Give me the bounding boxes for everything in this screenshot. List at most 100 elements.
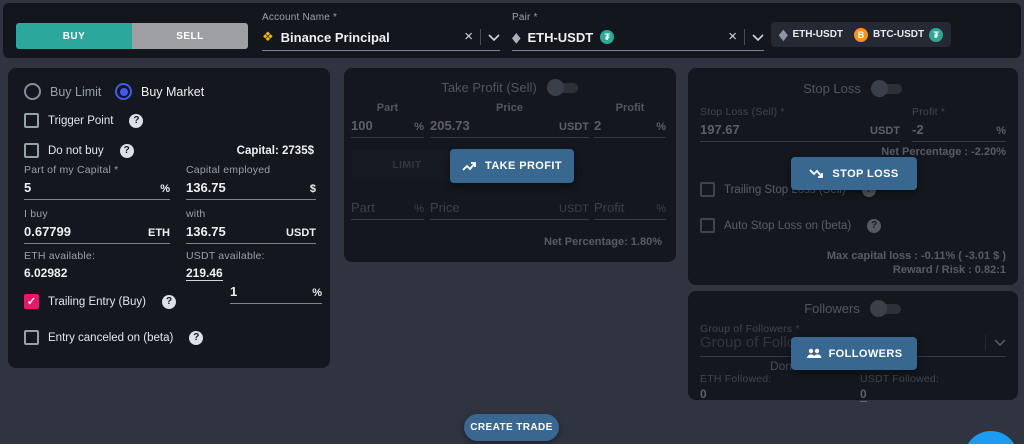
auto-stop-loss-checkbox[interactable]: Auto Stop Loss on (beta) ?	[700, 218, 881, 233]
chevron-down-icon[interactable]	[488, 34, 500, 41]
trigger-point-label: Trigger Point	[48, 115, 113, 127]
with-input[interactable]: 136.75 USDT	[186, 224, 316, 244]
checkbox-checked-icon: ✓	[24, 294, 39, 309]
usdt-available-value[interactable]: 219.46	[186, 266, 223, 281]
buy-tab[interactable]: BUY	[16, 23, 132, 49]
stop-loss-input[interactable]: 197.67 USDT	[700, 122, 900, 142]
i-buy-label: I buy	[24, 208, 170, 220]
tether-icon: ₮	[600, 30, 614, 44]
buy-limit-label: Buy Limit	[50, 85, 101, 99]
divider	[480, 29, 481, 45]
stop-loss-field: Stop Loss (Sell) * 197.67 USDT	[700, 106, 900, 142]
people-icon	[806, 348, 822, 359]
buy-market-radio[interactable]: Buy Market	[115, 83, 204, 100]
quick-pair-label: ETH-USDT	[792, 29, 843, 40]
percent-unit: %	[996, 125, 1006, 137]
take-profit-toggle[interactable]	[547, 81, 579, 95]
checkbox-icon	[24, 113, 39, 128]
usdt-followed-value[interactable]: 0	[860, 387, 867, 402]
percent-unit: %	[312, 287, 322, 299]
clear-account-icon[interactable]: ×	[464, 31, 473, 43]
part-of-capital-label: Part of my Capital *	[24, 164, 170, 176]
capital-available: Capital: 2735$	[237, 145, 314, 157]
trailing-entry-input[interactable]: 1 %	[230, 284, 322, 304]
eth-available-value: 6.02982	[24, 266, 67, 280]
usdt-followed: USDT Followed: 0	[860, 373, 939, 403]
quick-pair-btc-usdt[interactable]: B BTC-USDT ₮	[846, 22, 951, 47]
with-field: with 136.75 USDT	[186, 208, 316, 244]
percent-unit: %	[414, 121, 424, 133]
trending-down-icon	[809, 168, 825, 179]
tp-profit-input-2[interactable]: Profit %	[594, 200, 666, 220]
tp-part-input[interactable]: 100 %	[351, 118, 424, 138]
followers-toggle[interactable]	[870, 302, 902, 316]
help-icon[interactable]: ?	[867, 219, 881, 233]
max-capital-loss: Max capital loss : -0.11% ( -3.01 $ )	[827, 250, 1006, 262]
stop-loss-header: Stop Loss	[688, 81, 1018, 96]
create-trade-button[interactable]: CREATE TRADE	[464, 414, 559, 441]
capital-employed-field: Capital employed 136.75 $	[186, 164, 316, 200]
followers-button[interactable]: FOLLOWERS	[791, 337, 917, 370]
tp-price-input[interactable]: 205.73 USDT	[430, 118, 589, 138]
help-icon[interactable]: ?	[120, 144, 134, 158]
pair-input[interactable]: ◆ ETH-USDT ₮ ×	[512, 29, 764, 51]
capital-employed-input[interactable]: 136.75 $	[186, 180, 316, 200]
help-icon[interactable]: ?	[162, 295, 176, 309]
tp-part-value: 100	[351, 118, 373, 133]
take-profit-button[interactable]: TAKE PROFIT	[450, 149, 574, 183]
tp-profit-input[interactable]: 2 %	[594, 118, 666, 138]
divider	[744, 29, 745, 45]
part-header: Part	[351, 102, 424, 114]
trailing-entry-checkbox[interactable]: ✓ Trailing Entry (Buy) ?	[24, 294, 176, 309]
profit-header: Profit	[594, 102, 666, 114]
sl-profit-input[interactable]: -2 %	[912, 122, 1006, 142]
eth-followed-value: 0	[700, 387, 707, 401]
chat-fab-icon[interactable]	[964, 431, 1018, 444]
quick-pair-label: BTC-USDT	[873, 29, 924, 40]
eth-available: ETH available: 6.02982	[24, 250, 95, 282]
btc-icon: B	[854, 28, 868, 42]
stop-loss-value: 197.67	[700, 122, 740, 137]
followers-panel: Followers Group of Followers * Group of …	[688, 291, 1018, 400]
account-name-input[interactable]: ❖ Binance Principal ×	[262, 29, 500, 51]
usdt-available-label: USDT available:	[186, 250, 265, 262]
tp-profit-value: 2	[594, 118, 601, 133]
price-header: Price	[430, 102, 589, 114]
part-of-capital-input[interactable]: 5 %	[24, 180, 170, 200]
eth-unit: ETH	[148, 227, 170, 239]
chevron-down-icon[interactable]	[752, 34, 764, 41]
stop-loss-button-label: STOP LOSS	[832, 168, 898, 180]
do-not-buy-checkbox[interactable]: Do not buy ?	[24, 143, 134, 158]
tp-part-placeholder: Part	[351, 200, 375, 215]
stop-loss-label: Stop Loss (Sell) *	[700, 106, 900, 118]
auto-stop-loss-label: Auto Stop Loss on (beta)	[724, 220, 851, 232]
stop-loss-button[interactable]: STOP LOSS	[791, 157, 917, 190]
do-not-buy-label: Do not buy	[48, 145, 104, 157]
pair-value: ETH-USDT	[527, 30, 593, 45]
buy-limit-radio[interactable]: Buy Limit	[24, 83, 101, 100]
take-profit-panel: Take Profit (Sell) Part Price Profit 100…	[344, 68, 676, 262]
pair-field: Pair * ◆ ETH-USDT ₮ ×	[512, 12, 764, 51]
chevron-down-icon[interactable]	[994, 339, 1006, 346]
entry-canceled-label: Entry canceled on (beta)	[48, 332, 173, 344]
sell-tab[interactable]: SELL	[132, 23, 248, 49]
trade-creation-screen: BUY SELL Account Name * ❖ Binance Princi…	[0, 0, 1024, 444]
i-buy-input[interactable]: 0.67799 ETH	[24, 224, 170, 244]
tp-part-input-2[interactable]: Part %	[351, 200, 424, 220]
radio-selected-icon	[115, 83, 132, 100]
tab-limit[interactable]: LIMIT	[352, 150, 462, 180]
help-icon[interactable]: ?	[129, 114, 143, 128]
take-profit-header: Take Profit (Sell)	[344, 80, 676, 95]
eth-available-label: ETH available:	[24, 250, 95, 262]
trigger-point-checkbox[interactable]: Trigger Point ?	[24, 113, 143, 128]
divider	[985, 335, 986, 351]
stop-loss-toggle[interactable]	[871, 82, 903, 96]
entry-canceled-checkbox[interactable]: Entry canceled on (beta) ?	[24, 330, 203, 345]
tp-price-input-2[interactable]: Price USDT	[430, 200, 589, 220]
take-profit-title: Take Profit (Sell)	[441, 80, 536, 95]
tether-icon: ₮	[929, 28, 943, 42]
usdt-available: USDT available: 219.46	[186, 250, 265, 282]
clear-pair-icon[interactable]: ×	[728, 31, 737, 43]
tp-price-value: 205.73	[430, 118, 470, 133]
help-icon[interactable]: ?	[189, 331, 203, 345]
